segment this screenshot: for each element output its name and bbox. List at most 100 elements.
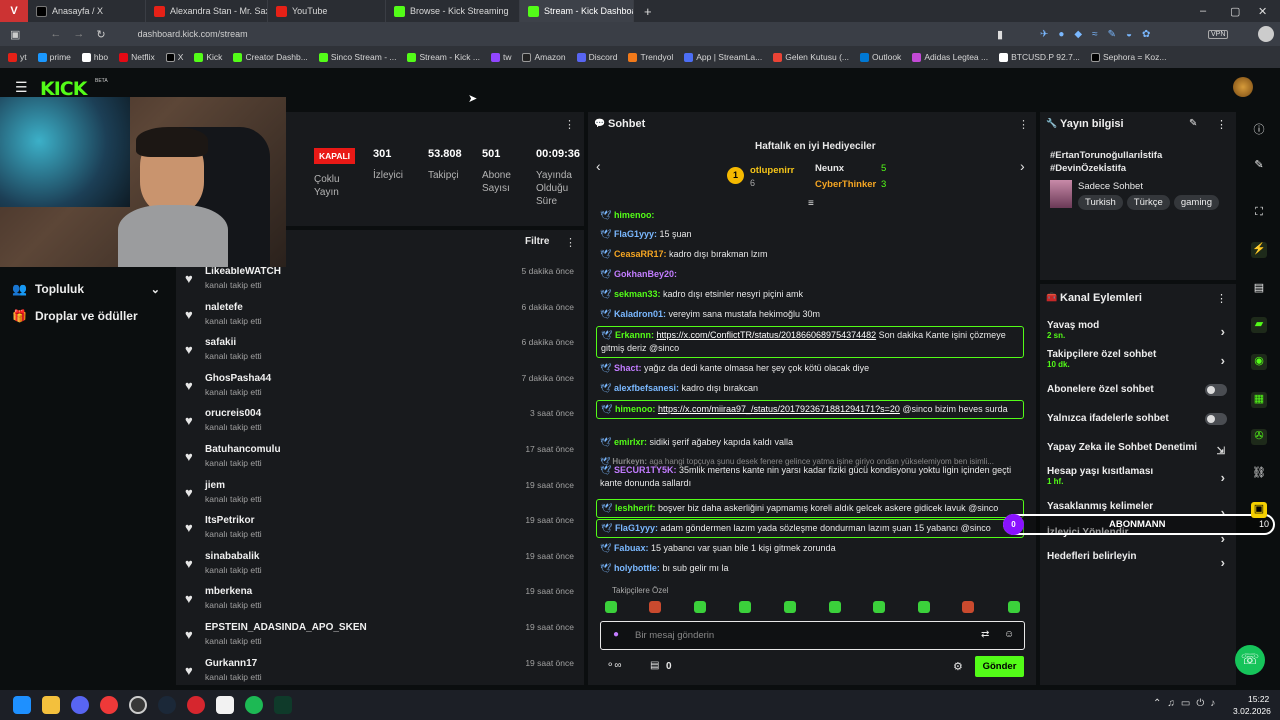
stream-info-menu-icon[interactable]: ⋮	[1216, 118, 1227, 131]
filter-button[interactable]: Filtre	[525, 236, 549, 247]
emote-icon[interactable]	[694, 601, 706, 613]
emote-icon[interactable]	[784, 601, 796, 613]
channel-action-item[interactable]: Hesap yaşı kısıtlaması 1 hf. ›	[1047, 466, 1231, 488]
channel-action-item[interactable]: Yavaş mod 2 sn. ›	[1047, 320, 1231, 342]
vivaldi-menu-icon[interactable]: V	[0, 0, 28, 22]
vpn-icon[interactable]: VPN	[1208, 29, 1229, 39]
close-icon[interactable]: ✕	[1258, 5, 1267, 18]
activity-row[interactable]: ♥ safakii kanalı takip etti 6 dakika önce	[185, 337, 580, 373]
document-icon[interactable]: ▤	[1251, 281, 1267, 297]
chat-username[interactable]: FlaG1yyy:	[614, 229, 657, 239]
activity-row[interactable]: ♥ sinababalik kanalı takip etti 19 saat önc…	[185, 551, 580, 587]
tab-kick-dashboard[interactable]: Stream - Kick Dashboard	[520, 0, 634, 22]
wrench-rail-icon[interactable]: ✇	[1251, 429, 1267, 445]
chevron-right-icon[interactable]: ›	[1020, 158, 1025, 174]
minimize-icon[interactable]: –	[1200, 5, 1206, 17]
follower-name[interactable]: EPSTEIN_ADASINDA_APO_SKEN	[205, 622, 367, 633]
bookmark-sephora[interactable]: Sephora = Koz...	[1090, 52, 1167, 62]
info-icon[interactable]: ⓘ	[1251, 121, 1267, 137]
emote-icon[interactable]	[962, 601, 974, 613]
chat-username[interactable]: himenoo:	[614, 210, 655, 220]
channel-action-item[interactable]: Yapay Zeka ile Sohbet Denetimi ⇲	[1047, 442, 1231, 464]
chat-username[interactable]: sekman33:	[614, 289, 661, 299]
obs-taskbar-icon[interactable]	[129, 696, 147, 714]
bookmark-streamlabs[interactable]: App | StreamLa...	[684, 52, 762, 62]
follower-name[interactable]: Gurkann17	[205, 658, 257, 669]
follower-name[interactable]: ItsPetrikor	[205, 515, 254, 526]
bookmark-hbo[interactable]: hbo	[81, 52, 108, 62]
chat-input[interactable]: ● Bir mesaj gönderin ⇄ ☺	[600, 621, 1025, 650]
chat-username[interactable]: CeasaRR17:	[614, 249, 667, 259]
bookmark-gmail[interactable]: Gelen Kutusu (...	[773, 52, 849, 62]
profile-avatar[interactable]	[1258, 26, 1274, 42]
file-explorer-icon[interactable]	[42, 696, 60, 714]
steam-taskbar-icon[interactable]	[158, 696, 176, 714]
tray-icons[interactable]: ⌃♫▭⏻♪	[1153, 698, 1221, 709]
vivaldi-taskbar-icon[interactable]	[100, 696, 118, 714]
bookmark-twitch[interactable]: tw	[490, 52, 511, 62]
bookmark-creator-dashboard[interactable]: Creator Dashb...	[233, 52, 308, 62]
pencil-icon[interactable]: ✎	[1251, 158, 1267, 174]
bookmark-btcusd[interactable]: BTCUSD.P 92.7...	[999, 52, 1080, 62]
layout-icon[interactable]: ▦	[1251, 392, 1267, 408]
follower-name[interactable]: mberkena	[205, 586, 252, 597]
channel-action-item[interactable]: Takipçilere özel sohbet 10 dk. ›	[1047, 349, 1231, 371]
chat-link[interactable]: https://x.com/miiraa97_/status/201792367…	[658, 404, 900, 414]
emote-icon[interactable]	[1008, 601, 1020, 613]
forward-icon[interactable]: →	[73, 28, 84, 40]
emote-icon[interactable]	[605, 601, 617, 613]
spotify-taskbar-icon[interactable]	[245, 696, 263, 714]
discord-taskbar-icon[interactable]	[71, 696, 89, 714]
chat-username[interactable]: FlaG1yyy:	[615, 523, 658, 533]
maximize-icon[interactable]: ▢	[1230, 5, 1240, 18]
follower-name[interactable]: naletefe	[205, 302, 243, 313]
activity-row[interactable]: ♥ Gurkann17 kanalı takip etti 19 saat önce	[185, 658, 580, 694]
bookmark-sinco-stream[interactable]: Sinco Stream - ...	[318, 52, 396, 62]
bookmark-outlook[interactable]: Outlook	[860, 52, 901, 62]
broadcast-icon[interactable]: ◉	[1251, 354, 1267, 370]
panel-menu-icon[interactable]: ⋮	[564, 118, 575, 131]
follower-name[interactable]: jiem	[205, 480, 225, 491]
activity-row[interactable]: ♥ jiem kanalı takip etti 19 saat önce	[185, 480, 580, 516]
follower-name[interactable]: safakii	[205, 337, 236, 348]
gift-rail-icon[interactable]: ▣	[1251, 502, 1267, 518]
extension-icons[interactable]: ✈●◆≈✎◒✿	[1040, 29, 1160, 40]
tag-turkish[interactable]: Turkish	[1078, 195, 1123, 210]
fullscreen-icon[interactable]: ⛶	[1251, 206, 1267, 222]
lightning-icon[interactable]: ⚡	[1251, 242, 1267, 258]
activity-menu-icon[interactable]: ⋮	[565, 236, 576, 249]
chat-username[interactable]: Kaladron01:	[614, 309, 666, 319]
support-chat-icon[interactable]: ☏	[1235, 645, 1265, 675]
channel-action-item[interactable]: Hedefleri belirleyin ›	[1047, 551, 1231, 573]
bookmark-discord[interactable]: Discord	[576, 52, 617, 62]
chat-username[interactable]: SECUR1TY5K:	[614, 465, 677, 475]
chat-username[interactable]: leshherif:	[615, 503, 656, 513]
bookmark-kick[interactable]: Kick	[194, 52, 222, 62]
follower-name[interactable]: sinababalik	[205, 551, 259, 562]
follower-name[interactable]: LikeableWATCH	[205, 266, 281, 277]
bookmark-stream-kick[interactable]: Stream - Kick ...	[407, 52, 480, 62]
tag-turkce[interactable]: Türkçe	[1126, 195, 1170, 210]
tag-gaming[interactable]: gaming	[1173, 195, 1220, 210]
emoji-icon[interactable]: ☺	[1004, 629, 1014, 640]
bookmark-yt[interactable]: yt	[8, 52, 27, 62]
sidebar-item-drops[interactable]: 🎁 Droplar ve ödüller	[12, 309, 138, 323]
send-button[interactable]: Gönder	[975, 656, 1024, 677]
channel-actions-menu-icon[interactable]: ⋮	[1216, 292, 1227, 305]
chat-settings-icon[interactable]: ⚙	[953, 660, 963, 673]
url-field[interactable]: dashboard.kick.com/stream	[138, 29, 248, 39]
chat-username[interactable]: emirlxr:	[614, 437, 647, 447]
tab-youtube[interactable]: YouTube	[268, 0, 386, 22]
chat-username[interactable]: GokhanBey20:	[614, 269, 677, 279]
stream-category[interactable]: Sadece Sohbet	[1078, 181, 1143, 192]
toggle-switch[interactable]	[1205, 384, 1227, 396]
activity-row[interactable]: ♥ Batuhancomulu kanalı takip etti 17 saat ö…	[185, 444, 580, 480]
chat-menu-icon[interactable]: ⋮	[1018, 118, 1029, 131]
activity-row[interactable]: ♥ LikeableWATCH kanalı takip etti 5 dakika …	[185, 266, 580, 302]
bookmark-prime[interactable]: prime	[37, 52, 71, 62]
tab-kick-browse[interactable]: Browse - Kick Streaming	[386, 0, 520, 22]
hamburger-menu-icon[interactable]: ☰	[15, 79, 28, 96]
follower-name[interactable]: Batuhancomulu	[205, 444, 281, 455]
new-tab-icon[interactable]: +	[644, 4, 652, 19]
app-dark-taskbar-icon[interactable]	[216, 696, 234, 714]
